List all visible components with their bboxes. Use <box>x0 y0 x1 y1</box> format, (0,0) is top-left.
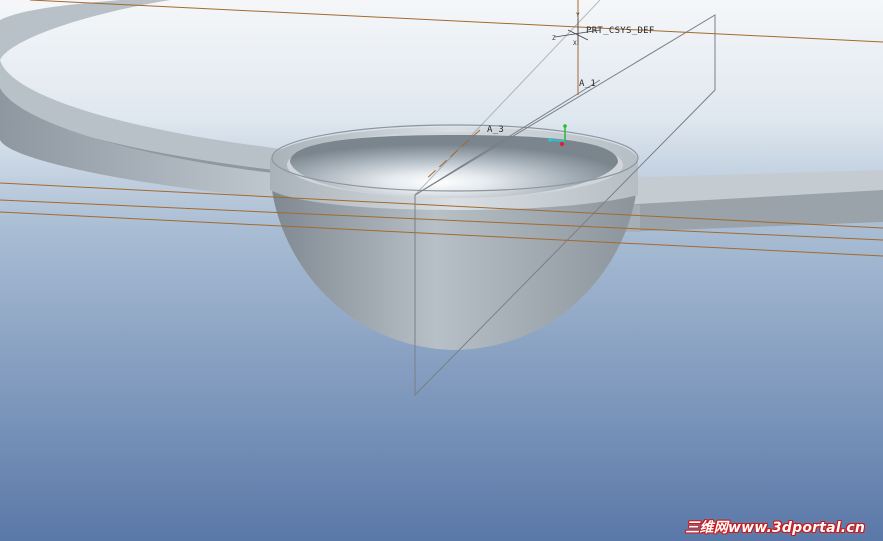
csys-y-label: Y <box>576 12 580 19</box>
cad-viewport[interactable]: Y Z X PRT_CSYS_DEF A_1 A_3 三维网www.3dport… <box>0 0 883 541</box>
csys-x-label: X <box>573 40 577 47</box>
watermark-text: 三维网www.3dportal.cn <box>685 520 865 536</box>
axis-a3-label[interactable]: A_3 <box>487 125 504 135</box>
csys-z-label: Z <box>552 35 556 42</box>
axis-a1-label[interactable]: A_1 <box>579 79 596 89</box>
csys-label[interactable]: PRT_CSYS_DEF <box>586 26 655 36</box>
3d-model-scene[interactable]: Y Z X PRT_CSYS_DEF A_1 A_3 <box>0 0 883 541</box>
